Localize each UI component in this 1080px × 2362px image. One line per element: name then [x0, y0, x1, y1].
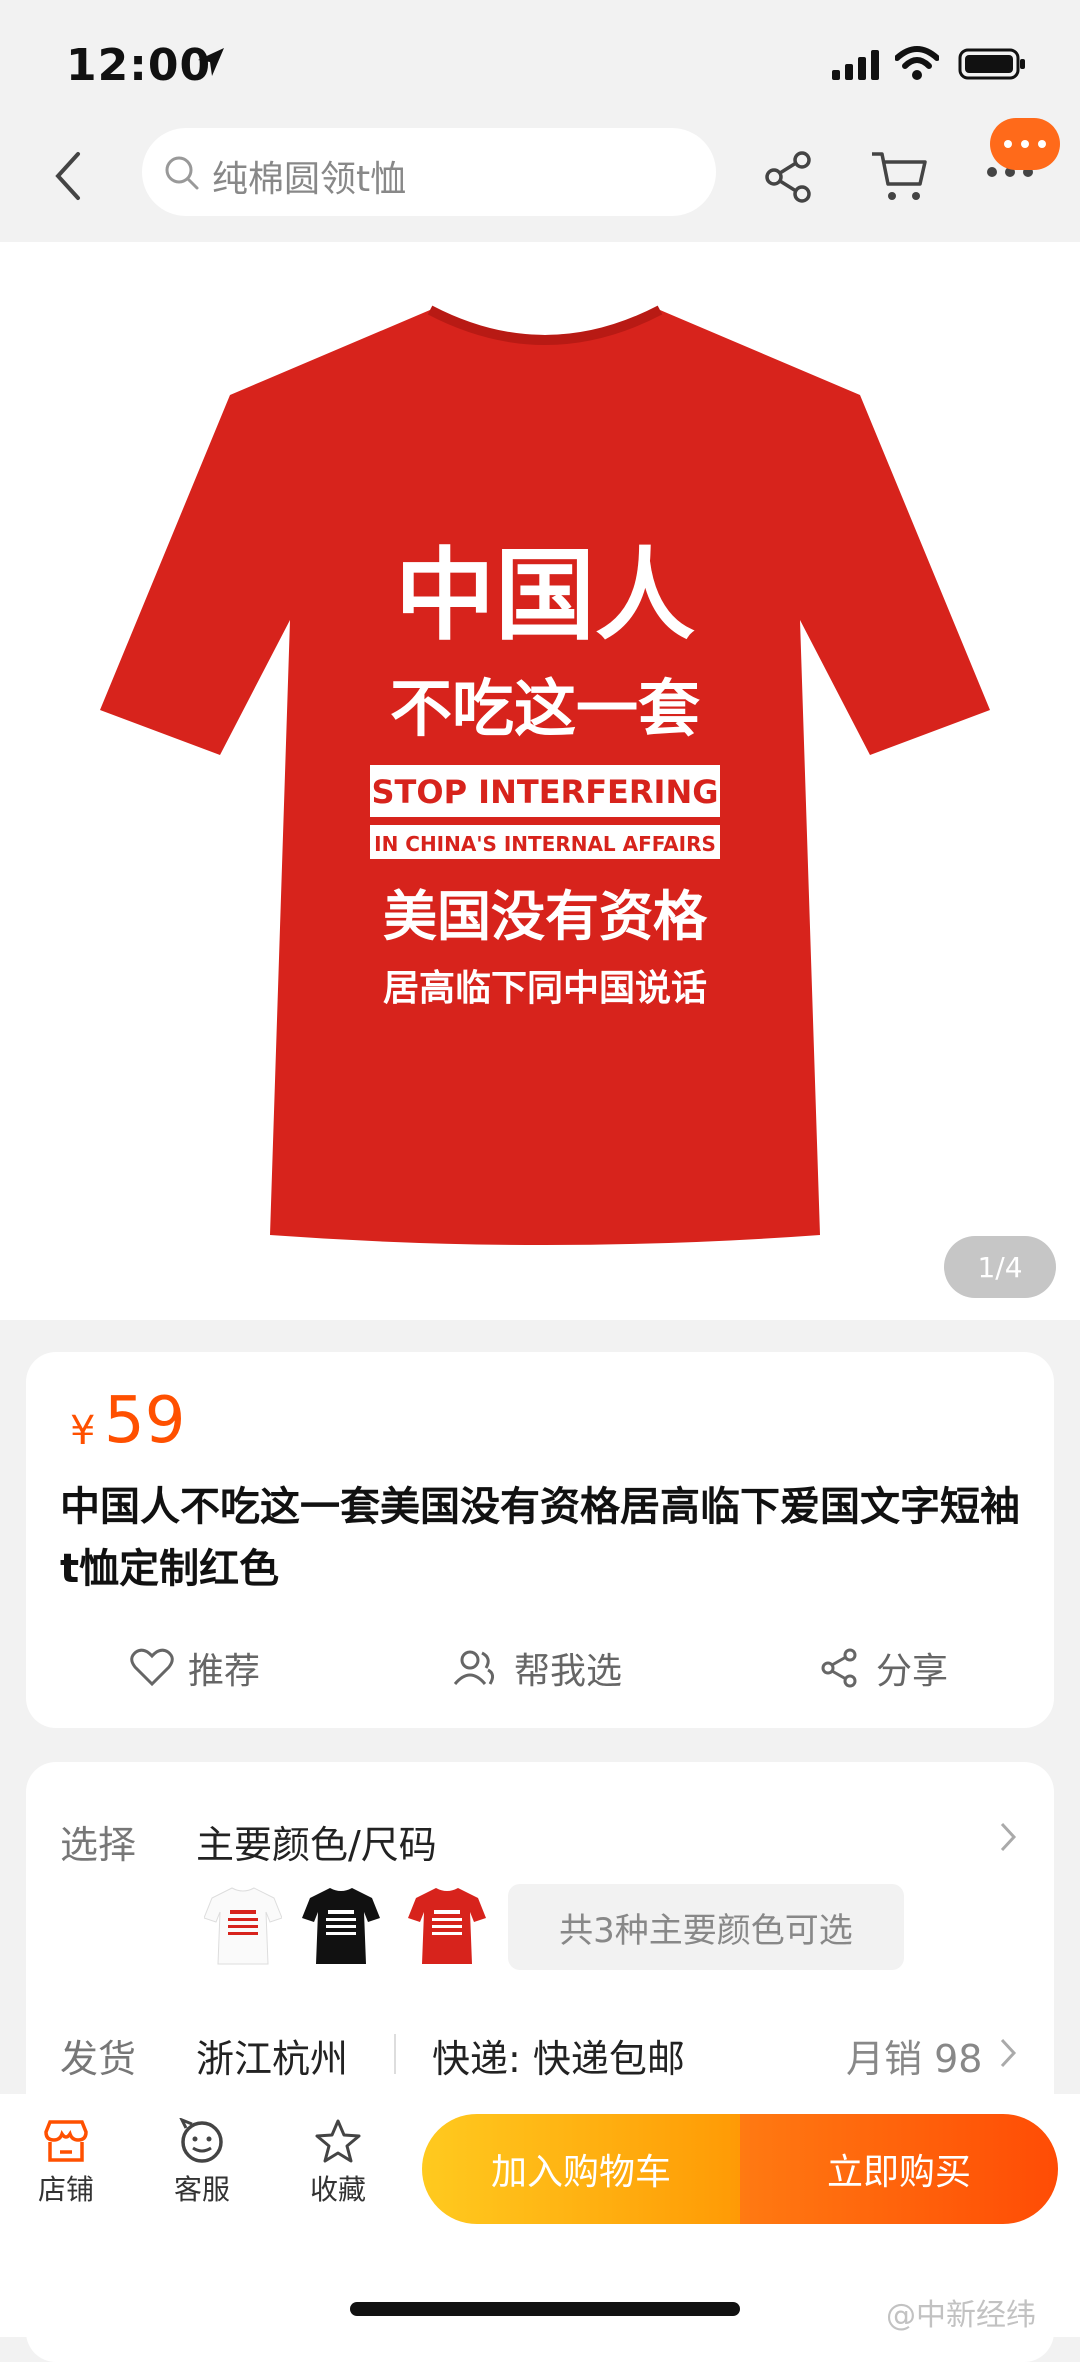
divider: [394, 2034, 396, 2074]
share-icon[interactable]: [764, 150, 814, 204]
product-title: 中国人不吃这一套美国没有资格居高临下爱国文字短袖t恤定制红色: [60, 1484, 1020, 1592]
select-label: 选择: [60, 1823, 137, 1867]
shirt-line-6: 居高临下同中国说话: [383, 968, 707, 1009]
monthly-sales: 月销 98: [846, 2037, 983, 2081]
tshirt-image: 中国人 不吃这一套 STOP INTERFERING IN CHINA'S IN…: [100, 305, 990, 1245]
dots-icon: [1004, 140, 1046, 148]
help-choose-button[interactable]: 帮我选: [452, 1642, 622, 1694]
select-value[interactable]: 主要颜色/尺码: [196, 1814, 437, 1869]
favorite-label: 收藏: [309, 2173, 366, 2206]
help-choose-label: 帮我选: [514, 1651, 623, 1692]
colors-available-note[interactable]: 共3种主要颜色可选: [508, 1884, 904, 1970]
color-thumb-black[interactable]: [302, 1884, 380, 1968]
search-placeholder: 纯棉圆领t恤: [212, 159, 407, 200]
add-to-cart-button[interactable]: 加入购物车: [422, 2114, 740, 2224]
favorite-tab[interactable]: 收藏: [298, 2118, 378, 2208]
buy-now-button[interactable]: 立即购买: [740, 2114, 1058, 2224]
recommend-button[interactable]: 推荐: [130, 1642, 260, 1694]
home-indicator[interactable]: [350, 2302, 740, 2316]
shirt-line-5: 美国没有资格: [383, 885, 708, 948]
wifi-icon: [895, 46, 939, 80]
share-label: 分享: [876, 1651, 949, 1692]
shirt-line-2: 不吃这一套: [390, 672, 700, 745]
watermark: @中新经纬: [886, 2298, 1036, 2333]
service-tab[interactable]: 客服: [162, 2117, 242, 2208]
service-label: 客服: [173, 2173, 230, 2206]
location-arrow-icon: [198, 48, 224, 76]
shirt-line-3: STOP INTERFERING: [372, 773, 719, 811]
signal-icon: [832, 50, 879, 80]
search-icon: [165, 156, 199, 190]
people-icon: [453, 1650, 495, 1685]
status-time: 12:00: [66, 40, 212, 91]
share-button[interactable]: 分享: [820, 1642, 948, 1694]
price: 59: [104, 1384, 186, 1458]
ship-label: 发货: [60, 2037, 137, 2081]
service-icon: [178, 2117, 223, 2163]
store-icon: [44, 2120, 88, 2162]
color-thumb-red[interactable]: [408, 1884, 486, 1968]
gallery-pager: 1/4: [944, 1236, 1056, 1298]
chevron-right-icon[interactable]: [998, 2036, 1018, 2070]
currency-symbol: ¥: [70, 1408, 96, 1454]
shirt-line-1: 中国人: [395, 537, 695, 654]
cart-icon[interactable]: [870, 148, 928, 204]
shirt-line-4: IN CHINA'S INTERNAL AFFAIRS: [374, 832, 716, 856]
color-thumb-white[interactable]: [204, 1884, 282, 1968]
store-tab[interactable]: 店铺: [28, 2118, 104, 2208]
chevron-right-icon[interactable]: [998, 1820, 1018, 1854]
recommend-label: 推荐: [188, 1651, 261, 1692]
heart-icon: [130, 1648, 174, 1687]
store-label: 店铺: [37, 2173, 94, 2206]
battery-icon: [958, 48, 1025, 80]
ship-method: 快递: 快递包邮: [432, 2037, 685, 2081]
back-icon[interactable]: [50, 148, 86, 204]
star-icon: [315, 2119, 361, 2163]
ship-from: 浙江杭州: [196, 2037, 349, 2081]
share-small-icon: [821, 1648, 857, 1688]
